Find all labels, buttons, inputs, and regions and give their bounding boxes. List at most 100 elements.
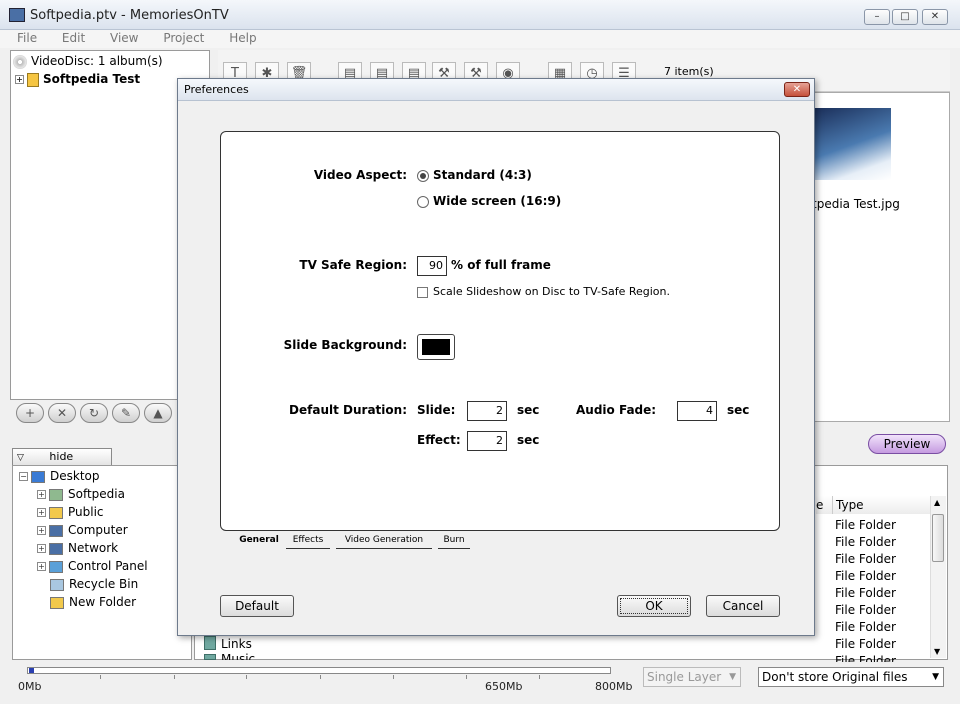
file-name-links[interactable]: Links: [221, 637, 252, 651]
up-button[interactable]: ▲: [144, 403, 172, 423]
checkbox[interactable]: [417, 286, 428, 298]
maximize-button[interactable]: □: [892, 9, 918, 25]
scrollbar-thumb[interactable]: [932, 514, 944, 562]
rotate-button[interactable]: ↻: [80, 403, 108, 423]
tree-item-videodisc[interactable]: VideoDisc: 1 album(s): [13, 52, 163, 70]
explorer-tree[interactable]: − Desktop + Softpedia + Public + Computer + Netwo…: [12, 465, 192, 660]
aspect-wide-radio[interactable]: Wide screen (16:9): [417, 194, 561, 208]
tree-item-softpedia[interactable]: + Softpedia: [37, 485, 125, 503]
file-type-cell[interactable]: File Folder: [835, 552, 896, 566]
tree-item-label: Computer: [68, 523, 128, 537]
scale-label-start: 0Mb: [18, 680, 42, 693]
scroll-up-icon[interactable]: ▲: [934, 498, 940, 507]
chevron-down-icon: ▼: [729, 672, 736, 682]
folder-icon: [50, 596, 64, 609]
tree-item-label: Desktop: [50, 469, 100, 483]
folder-icon: [49, 506, 63, 519]
window-title: Softpedia.ptv - MemoriesOnTV: [30, 8, 229, 23]
effect-sec-label: sec: [517, 433, 540, 447]
title-bar: Softpedia.ptv - MemoriesOnTV – □ ✕: [0, 0, 960, 30]
close-button[interactable]: ✕: [922, 9, 948, 25]
size-column-header[interactable]: e: [816, 496, 832, 514]
tree-item-label: New Folder: [69, 595, 137, 609]
menu-project[interactable]: Project: [163, 30, 204, 46]
slide-duration-label: Slide:: [417, 403, 456, 417]
tree-item-control-panel[interactable]: + Control Panel: [37, 557, 148, 575]
disc-usage-bar: [27, 667, 611, 674]
menu-view[interactable]: View: [110, 30, 138, 46]
tree-item-recycle-bin[interactable]: Recycle Bin: [37, 575, 138, 593]
minimize-button[interactable]: –: [864, 9, 890, 25]
expand-icon[interactable]: +: [37, 490, 46, 499]
scale-tick: [174, 675, 175, 679]
menu-file[interactable]: File: [17, 30, 37, 46]
file-type-cell[interactable]: File Folder: [835, 586, 896, 600]
file-type-cell[interactable]: File Folder: [835, 637, 896, 651]
file-type-cell[interactable]: File Folder: [835, 535, 896, 549]
slide-background-color-button[interactable]: [417, 334, 455, 360]
effect-duration-input[interactable]: 2: [467, 431, 507, 451]
expand-icon[interactable]: +: [37, 562, 46, 571]
audio-fade-sec-label: sec: [727, 403, 750, 417]
tree-item-public[interactable]: + Public: [37, 503, 104, 521]
cancel-button[interactable]: Cancel: [706, 595, 780, 617]
scale-tick: [320, 675, 321, 679]
menu-edit[interactable]: Edit: [62, 30, 85, 46]
add-button[interactable]: +: [16, 403, 44, 423]
collapse-icon[interactable]: −: [19, 472, 28, 481]
remove-button[interactable]: ✕: [48, 403, 76, 423]
tab-general[interactable]: General: [234, 532, 284, 549]
preview-button[interactable]: Preview: [868, 434, 946, 454]
type-column-header[interactable]: Type: [832, 496, 930, 514]
edit-button[interactable]: ✎: [112, 403, 140, 423]
default-button[interactable]: Default: [220, 595, 294, 617]
slide-duration-input[interactable]: 2: [467, 401, 507, 421]
recycle-bin-icon: [50, 578, 64, 591]
tree-item-computer[interactable]: + Computer: [37, 521, 128, 539]
aspect-standard-radio[interactable]: Standard (4:3): [417, 168, 532, 182]
tab-effects[interactable]: Effects: [286, 532, 330, 549]
tree-item-label: Control Panel: [68, 559, 148, 573]
file-type-cell[interactable]: File Folder: [835, 569, 896, 583]
scale-tick: [100, 675, 101, 679]
expand-icon[interactable]: +: [37, 508, 46, 517]
file-name-music[interactable]: Music: [221, 652, 255, 660]
file-type-cell[interactable]: File Folder: [835, 518, 896, 532]
hide-tab[interactable]: ▽ hide: [12, 448, 112, 465]
menu-help[interactable]: Help: [229, 30, 256, 46]
triangle-down-icon: ▽: [17, 453, 24, 463]
radio-button[interactable]: [417, 195, 429, 208]
dialog-close-button[interactable]: ✕: [784, 82, 810, 97]
links-folder-icon: [204, 636, 216, 650]
expand-icon[interactable]: +: [37, 544, 46, 553]
tree-item-desktop[interactable]: − Desktop: [19, 467, 100, 485]
tv-safe-input[interactable]: 90: [417, 256, 447, 276]
file-type-cell[interactable]: File Folder: [835, 603, 896, 617]
radio-button[interactable]: [417, 169, 429, 182]
color-swatch: [422, 339, 450, 355]
layer-select[interactable]: Single Layer ▼: [643, 667, 741, 687]
tab-video-generation[interactable]: Video Generation: [336, 532, 432, 549]
scale-tick: [466, 675, 467, 679]
tree-item-album[interactable]: + Softpedia Test: [15, 70, 140, 88]
tv-safe-label: TV Safe Region:: [299, 258, 407, 272]
dialog-title: Preferences: [184, 83, 249, 96]
file-type-cell[interactable]: File Folder: [835, 620, 896, 634]
slide-background-label: Slide Background:: [283, 338, 407, 352]
control-panel-icon: [49, 560, 63, 573]
expand-icon[interactable]: +: [37, 526, 46, 535]
tab-burn[interactable]: Burn: [438, 532, 470, 549]
dialog-title-bar: Preferences ✕: [178, 79, 814, 101]
tree-item-network[interactable]: + Network: [37, 539, 118, 557]
slide-thumbnail[interactable]: [815, 108, 891, 180]
file-type-cell[interactable]: File Folder: [835, 654, 896, 662]
audio-fade-input[interactable]: 4: [677, 401, 717, 421]
scale-slideshow-checkbox[interactable]: Scale Slideshow on Disc to TV-Safe Regio…: [417, 285, 670, 298]
store-original-select[interactable]: Don't store Original files ▼: [758, 667, 944, 687]
menu-bar: File Edit View Project Help: [0, 30, 960, 48]
ok-button[interactable]: OK: [617, 595, 691, 617]
tree-item-new-folder[interactable]: New Folder: [37, 593, 136, 611]
expand-icon[interactable]: +: [15, 75, 24, 84]
app-icon: [9, 8, 25, 22]
scroll-down-icon[interactable]: ▼: [934, 647, 940, 656]
